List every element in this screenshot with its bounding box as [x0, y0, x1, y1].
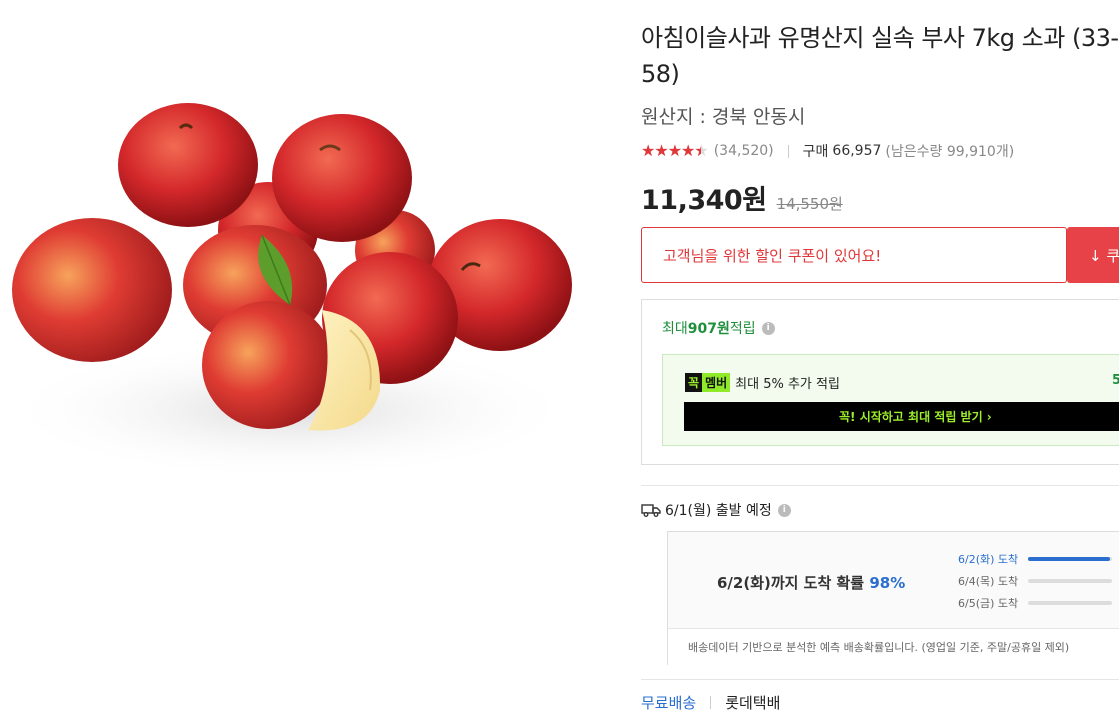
member-start-button[interactable]: 꼭! 시작하고 최대 적립 받기 ›: [684, 402, 1119, 431]
arrival-row-bar: [1028, 579, 1112, 583]
review-count-link[interactable]: (34,520): [714, 143, 774, 159]
arrival-percent: 98%: [869, 574, 906, 592]
coupon-banner: 고객님을 위한 할인 쿠폰이 있어요!: [641, 227, 1067, 283]
divider: [710, 696, 712, 709]
price-row: 11,340원 14,550원: [641, 178, 843, 217]
arrival-row-bar-fill: [1028, 557, 1111, 561]
arrival-row: 6/4(목) 도착: [958, 573, 1112, 589]
arrival-row-bar: [1028, 601, 1112, 605]
info-icon[interactable]: i: [777, 503, 791, 517]
rating-row: ★★★★★ ★★★★★ (34,520) 구매 66,957 (남은수량 99,…: [641, 140, 1014, 162]
member-rate: 5%: [1112, 373, 1119, 388]
member-promo-text: 최대 5% 추가 적립: [735, 377, 840, 392]
product-title: 아침이슬사과 유명산지 실속 부사 7kg 소과 (33-58): [641, 24, 1119, 88]
original-price: 14,550원: [776, 195, 843, 213]
arrival-row: 6/5(금) 도착: [958, 595, 1112, 611]
reward-panel: 최대 907원 적립 i 꼭멤버 최대 5% 추가 적립 5% 꼭! 시작하고 …: [641, 299, 1119, 465]
truck-icon: [641, 504, 661, 517]
product-image: [0, 103, 580, 480]
member-promo-box: 꼭멤버 최대 5% 추가 적립 5% 꼭! 시작하고 최대 적립 받기 ›: [662, 354, 1119, 446]
arrival-row-label: 6/2(화) 도착: [958, 553, 1019, 566]
product-origin: 원산지 : 경북 안동시: [641, 106, 806, 128]
arrival-row: 6/2(화) 도착: [958, 551, 1112, 567]
max-reward-suffix: 적립: [729, 321, 756, 337]
coupon-download-button[interactable]: ↓ 쿠폰받기: [1067, 227, 1119, 283]
divider: [787, 144, 789, 158]
divider: [641, 679, 1119, 680]
max-reward-prefix: 최대: [662, 321, 688, 337]
arrival-row-label: 6/5(금) 도착: [958, 597, 1019, 610]
arrival-summary-text: 6/2(화)까지 도착 확률: [717, 574, 870, 592]
courier-name: 롯데택배: [725, 694, 781, 712]
max-reward-amount: 907원: [687, 321, 730, 337]
arrival-probability-box: 6/2(화)까지 도착 확률 98% 6/2(화) 도착 6/4(목) 도착 6…: [667, 531, 1119, 665]
stock-remaining: (남은수량 99,910개): [885, 144, 1015, 160]
free-shipping-label: 무료배송: [641, 694, 697, 712]
arrival-row-bar: [1028, 557, 1112, 561]
buy-count-label: 구매: [802, 144, 829, 160]
departure-row: 6/1(월) 출발 예정 i: [641, 500, 791, 520]
coupon-button-label: ↓ 쿠폰받기: [1089, 246, 1119, 265]
buy-count: 66,957: [832, 143, 882, 159]
member-badge: 멤버: [702, 373, 731, 392]
star-rating-icon[interactable]: ★★★★★ ★★★★★: [641, 143, 709, 159]
arrival-note: 배송데이터 기반으로 분석한 예측 배송확률입니다. (영업일 기준, 주말/공…: [668, 628, 1119, 665]
divider: [641, 485, 1119, 486]
arrival-summary: 6/2(화)까지 도착 확률 98%: [717, 572, 905, 593]
coupon-message: 고객님을 위한 할인 쿠폰이 있어요!: [663, 246, 882, 265]
max-reward: 최대 907원 적립 i: [662, 318, 775, 338]
star-rating-fill: ★★★★★: [641, 143, 702, 159]
arrival-row-label: 6/4(목) 도착: [958, 575, 1019, 588]
member-promo: 꼭 멤버 최대 5% 추가 적립: [685, 373, 840, 392]
current-price: 11,340원: [641, 185, 767, 216]
kkok-badge: 꼭: [685, 373, 703, 392]
departure-text: 6/1(월) 출발 예정: [665, 503, 772, 519]
info-icon[interactable]: i: [761, 321, 775, 335]
delivery-row: 무료배송 롯데택배: [641, 692, 780, 713]
